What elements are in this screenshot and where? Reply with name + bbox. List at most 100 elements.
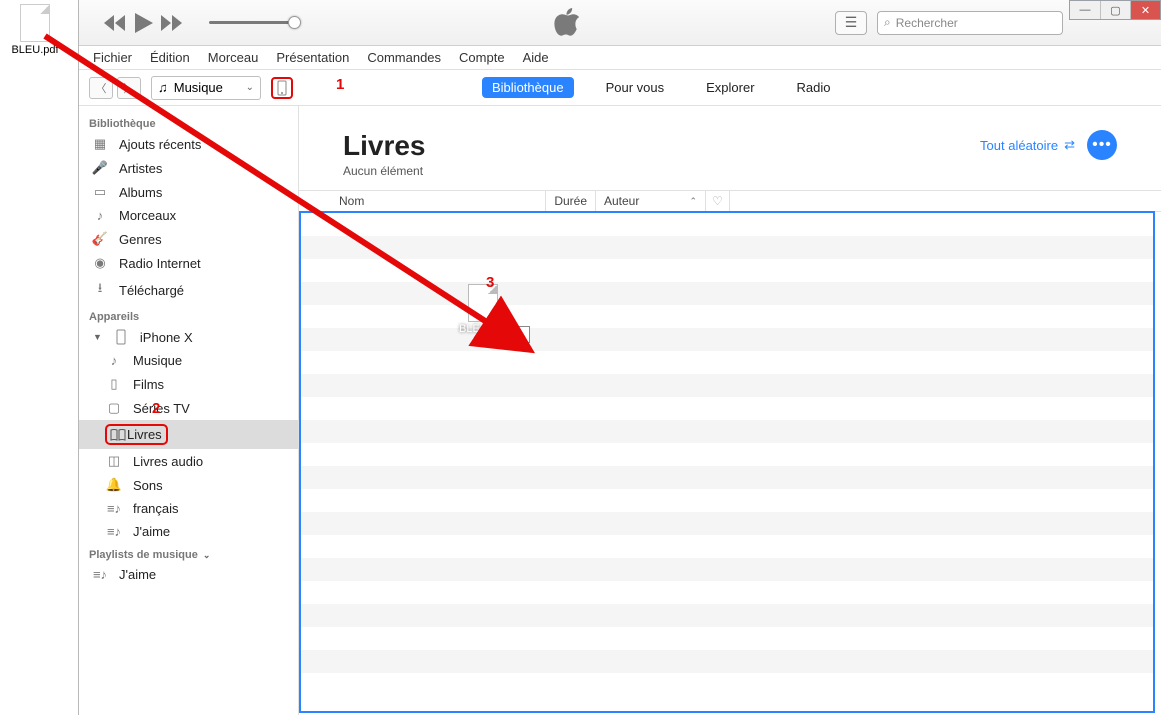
back-button[interactable]: 〈	[89, 77, 113, 99]
sidebar-item-genres[interactable]: 🎸Genres	[79, 227, 298, 251]
phone-icon	[112, 329, 130, 345]
tab-pour-vous[interactable]: Pour vous	[596, 77, 675, 98]
search-icon: ⌕	[884, 15, 891, 30]
tab-radio[interactable]: Radio	[787, 77, 841, 98]
grid-icon: ▦	[91, 136, 109, 152]
device-button[interactable]	[271, 77, 293, 99]
annotation-2: 2	[152, 400, 160, 417]
menu-compte[interactable]: Compte	[459, 50, 505, 65]
section-appareils: Appareils	[79, 305, 298, 325]
section-bibliotheque: Bibliothèque	[79, 112, 298, 132]
content-area: Livres Aucun élément Tout aléatoire ⇄ ••…	[299, 106, 1161, 715]
menu-presentation[interactable]: Présentation	[276, 50, 349, 65]
dragged-file[interactable]: BLEU.pdf ↗Lien	[459, 284, 506, 335]
sidebar-item-playlist-jaime[interactable]: ≡♪J'aime	[79, 563, 298, 586]
radio-icon: ◉	[91, 255, 109, 271]
column-headers: Nom Durée Auteur⌃ ♡	[299, 190, 1161, 212]
chevron-down-icon[interactable]: ⌄	[203, 550, 211, 560]
page-title: Livres	[343, 130, 426, 162]
more-options-button[interactable]: •••	[1087, 130, 1117, 160]
sidebar-item-livres[interactable]: Livres	[79, 420, 298, 449]
media-category-dropdown[interactable]: ♫ Musique ⌄	[151, 76, 261, 100]
sidebar-item-sons[interactable]: 🔔Sons	[79, 473, 298, 497]
player-bar: ☰ ⌕ Rechercher	[79, 0, 1161, 46]
column-nom[interactable]: Nom	[331, 191, 546, 211]
menu-bar: Fichier Édition Morceau Présentation Com…	[79, 46, 1161, 70]
file-icon	[20, 4, 50, 42]
menu-commandes[interactable]: Commandes	[367, 50, 441, 65]
annotation-3: 3	[486, 274, 494, 291]
page-subtitle: Aucun élément	[343, 164, 426, 178]
sort-asc-icon: ⌃	[689, 196, 697, 207]
mic-icon: 🎤	[91, 160, 109, 176]
itunes-window: — ▢ ✕ ☰ ⌕ Rechercher Fichier Édition Mor…	[78, 0, 1161, 715]
note-icon: ♪	[105, 353, 123, 368]
playlist-icon: ≡♪	[105, 524, 123, 539]
menu-morceau[interactable]: Morceau	[208, 50, 259, 65]
menu-edition[interactable]: Édition	[150, 50, 190, 65]
sidebar-item-musique[interactable]: ♪Musique	[79, 349, 298, 372]
sidebar-item-radio-internet[interactable]: ◉Radio Internet	[79, 251, 298, 275]
forward-button[interactable]: 〉	[117, 77, 141, 99]
column-favorite[interactable]: ♡	[706, 191, 730, 211]
note-icon: ♪	[91, 208, 109, 223]
menu-fichier[interactable]: Fichier	[93, 50, 132, 65]
sidebar-item-seriestv[interactable]: ▢Séries TV	[79, 396, 298, 420]
film-icon: ▯	[105, 376, 123, 392]
annotation-1: 1	[336, 76, 344, 93]
section-playlists: Playlists de musique ⌄	[79, 543, 298, 563]
shuffle-icon: ⇄	[1064, 137, 1075, 153]
heart-icon: ♡	[712, 194, 723, 208]
window-controls: — ▢ ✕	[1069, 0, 1161, 20]
sidebar-item-albums[interactable]: ▭Albums	[79, 180, 298, 204]
music-note-icon: ♫	[158, 80, 168, 95]
library-tabs: Bibliothèque Pour vous Explorer Radio	[482, 77, 841, 98]
file-label: BLEU.pdf	[10, 44, 60, 56]
desktop-file[interactable]: BLEU.pdf	[10, 4, 60, 56]
playlist-icon: ≡♪	[105, 501, 123, 516]
drop-zone[interactable]: BLEU.pdf ↗Lien	[299, 211, 1155, 713]
sidebar-item-livres-audio[interactable]: ◫Livres audio	[79, 449, 298, 473]
tab-explorer[interactable]: Explorer	[696, 77, 764, 98]
previous-button[interactable]	[103, 15, 127, 31]
album-icon: ▭	[91, 184, 109, 200]
media-category-label: Musique	[174, 80, 223, 95]
book-icon	[109, 429, 127, 441]
tv-icon: ▢	[105, 400, 123, 416]
sidebar-item-device-iphone[interactable]: ▼iPhone X	[79, 325, 298, 349]
sidebar-item-telecharge[interactable]: ⭳Téléchargé	[79, 275, 298, 305]
tab-bibliotheque[interactable]: Bibliothèque	[482, 77, 574, 98]
maximize-button[interactable]: ▢	[1100, 1, 1130, 19]
list-view-button[interactable]: ☰	[835, 11, 867, 35]
playlist-icon: ≡♪	[91, 567, 109, 582]
search-placeholder: Rechercher	[896, 16, 958, 30]
menu-aide[interactable]: Aide	[523, 50, 549, 65]
apple-logo	[309, 8, 825, 38]
minimize-button[interactable]: —	[1070, 1, 1100, 19]
next-button[interactable]	[161, 15, 185, 31]
empty-rows	[301, 213, 1153, 711]
link-arrow-icon: ↗	[490, 328, 499, 341]
search-input[interactable]: ⌕ Rechercher	[877, 11, 1063, 35]
sidebar-item-francais[interactable]: ≡♪français	[79, 497, 298, 520]
sidebar-item-artistes[interactable]: 🎤Artistes	[79, 156, 298, 180]
column-duree[interactable]: Durée	[546, 191, 596, 211]
sidebar: Bibliothèque ▦Ajouts récents 🎤Artistes ▭…	[79, 106, 299, 715]
sidebar-item-jaime[interactable]: ≡♪J'aime	[79, 520, 298, 543]
bell-icon: 🔔	[105, 477, 123, 493]
content-header: Livres Aucun élément Tout aléatoire ⇄ ••…	[299, 106, 1161, 190]
playback-controls	[103, 13, 185, 33]
sidebar-item-films[interactable]: ▯Films	[79, 372, 298, 396]
sidebar-item-morceaux[interactable]: ♪Morceaux	[79, 204, 298, 227]
disclosure-triangle-icon[interactable]: ▼	[93, 332, 102, 342]
sidebar-item-ajouts-recents[interactable]: ▦Ajouts récents	[79, 132, 298, 156]
audiobook-icon: ◫	[105, 453, 123, 469]
play-button[interactable]	[135, 13, 153, 33]
shuffle-all-button[interactable]: Tout aléatoire ⇄	[980, 137, 1075, 153]
volume-slider[interactable]	[209, 21, 299, 24]
column-auteur[interactable]: Auteur⌃	[596, 191, 706, 211]
guitar-icon: 🎸	[91, 231, 109, 247]
chevron-down-icon: ⌄	[246, 82, 254, 93]
close-button[interactable]: ✕	[1130, 1, 1160, 19]
toolbar-row: 〈 〉 ♫ Musique ⌄ Bibliothèque Pour vous E…	[79, 70, 1161, 106]
